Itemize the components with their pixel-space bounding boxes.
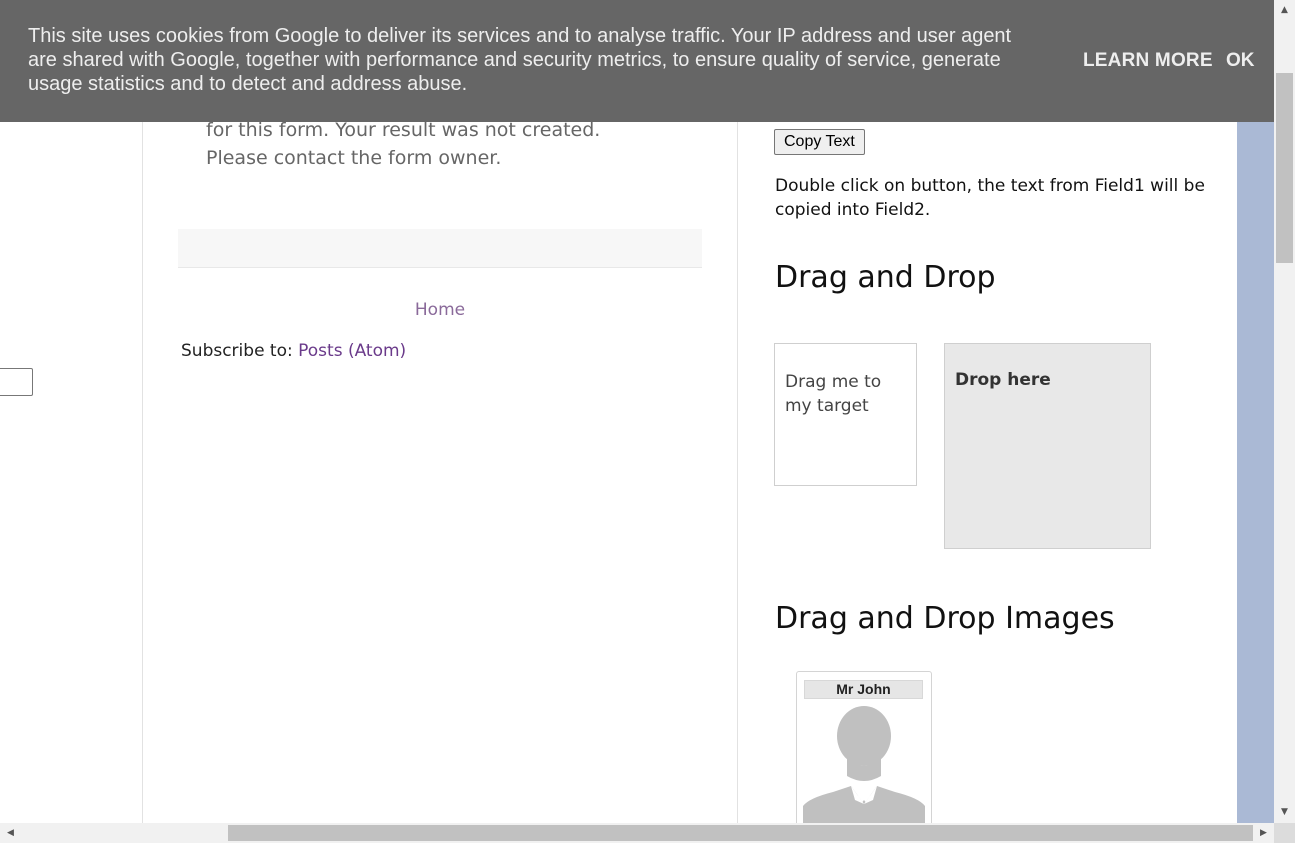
partial-text-input[interactable] — [0, 368, 33, 396]
droppable-box[interactable]: Drop here — [944, 343, 1151, 549]
draggable-box[interactable]: Drag me to my target — [774, 343, 917, 486]
copy-description: Double click on button, the text from Fi… — [775, 176, 1205, 220]
draggable-label: Drag me to my target — [785, 372, 882, 416]
droppable-label: Drop here — [955, 370, 1051, 390]
column-divider — [142, 0, 143, 823]
person-silhouette-icon — [803, 706, 925, 826]
copy-text-button[interactable]: Copy Text — [774, 129, 865, 155]
drag-drop-images-heading: Drag and Drop Images — [775, 601, 1115, 636]
scroll-up-arrow-icon[interactable]: ▲ — [1274, 2, 1295, 19]
subscribe-label: Subscribe to: — [181, 341, 293, 361]
form-error-message: for this form. Your result was not creat… — [206, 116, 706, 172]
subscribe-line: Subscribe to: Posts (Atom) — [181, 341, 406, 361]
cookie-message: This site uses cookies from Google to de… — [28, 25, 1012, 95]
scroll-right-arrow-icon[interactable]: ▶ — [1255, 823, 1272, 843]
drag-drop-heading: Drag and Drop — [775, 260, 996, 295]
horizontal-scroll-thumb[interactable] — [228, 825, 1253, 841]
browser-viewport: for this form. Your result was not creat… — [0, 0, 1295, 843]
home-link[interactable]: Home — [178, 300, 702, 320]
vertical-scrollbar[interactable]: ▲ ▼ — [1274, 0, 1295, 823]
vertical-scroll-thumb[interactable] — [1276, 73, 1293, 263]
draggable-image-card[interactable]: Mr John — [796, 671, 932, 831]
cookie-consent-bar: This site uses cookies from Google to de… — [0, 0, 1274, 122]
blog-pager-panel — [178, 229, 702, 268]
right-sidebar-band — [1237, 0, 1274, 823]
horizontal-scrollbar[interactable]: ◀ ▶ — [0, 823, 1274, 843]
scroll-down-arrow-icon[interactable]: ▼ — [1274, 804, 1295, 821]
scroll-left-arrow-icon[interactable]: ◀ — [2, 823, 19, 843]
form-error-line: Please contact the form owner. — [206, 147, 502, 169]
scrollbar-corner — [1274, 823, 1295, 843]
column-divider — [737, 0, 738, 823]
posts-atom-link[interactable]: Posts (Atom) — [298, 341, 406, 361]
ok-button[interactable]: OK — [1226, 50, 1255, 72]
learn-more-button[interactable]: LEARN MORE — [1083, 50, 1213, 72]
image-card-name: Mr John — [804, 680, 923, 699]
